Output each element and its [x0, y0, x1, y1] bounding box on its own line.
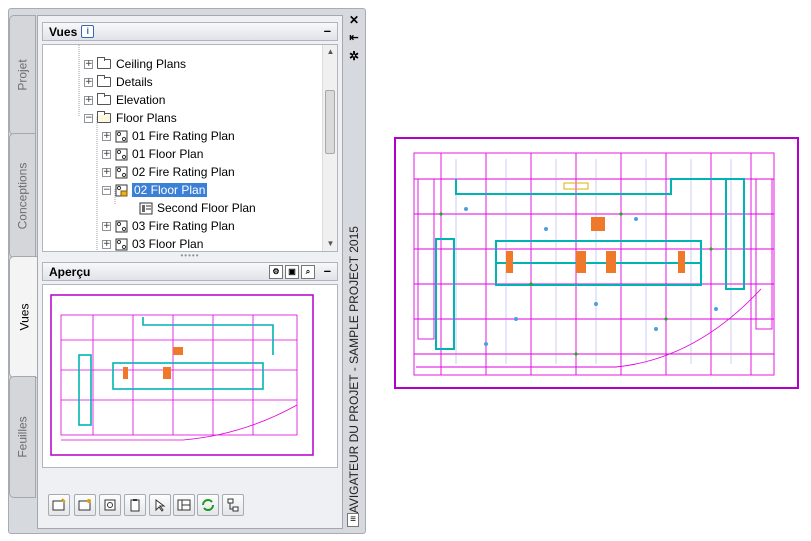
tree-scrollbar[interactable]: ▲ ▼ — [322, 45, 337, 251]
tab-label: Projet — [15, 59, 30, 91]
palette-content: Vues i – + Ceiling Plans + Details + Ele… — [37, 15, 343, 529]
tree-item-02-fire-rating-plan[interactable]: + 02 Fire Rating Plan — [102, 163, 235, 181]
tree-item-label: 03 Fire Rating Plan — [132, 219, 235, 233]
tab-label: Vues — [17, 303, 31, 331]
tree-item-details[interactable]: + Details — [84, 73, 153, 91]
clipboard-icon[interactable] — [124, 494, 146, 516]
preview-thumbnail — [50, 294, 314, 456]
folder-icon — [97, 75, 111, 87]
new-view-icon[interactable] — [48, 494, 70, 516]
tree-item-ceiling-plans[interactable]: + Ceiling Plans — [84, 55, 186, 73]
preview-section-title: Aperçu — [49, 264, 91, 279]
minimize-preview-button[interactable]: – — [324, 263, 331, 278]
view-icon — [115, 220, 128, 232]
properties-icon[interactable]: ≡ — [347, 513, 359, 527]
views-tree[interactable]: + Ceiling Plans + Details + Elevation − … — [42, 44, 338, 252]
layout-icon[interactable] — [173, 494, 195, 516]
view-icon — [115, 166, 128, 178]
palette-title-text: NAVIGATEUR DU PROJET - SAMPLE PROJECT 20… — [347, 226, 362, 522]
expand-icon[interactable]: + — [102, 239, 111, 249]
tree-item-01-floor-plan[interactable]: + 01 Floor Plan — [102, 145, 203, 163]
tree-item-label: 02 Fire Rating Plan — [132, 165, 235, 179]
scroll-down-icon[interactable]: ▼ — [323, 237, 337, 251]
sync-icon[interactable] — [197, 494, 219, 516]
tree-item-label: Ceiling Plans — [116, 57, 187, 71]
tree-item-03-fire-rating-plan[interactable]: + 03 Fire Rating Plan — [102, 217, 235, 235]
sheet-view-icon — [139, 202, 153, 214]
collapse-icon[interactable]: − — [84, 113, 93, 123]
preview-frame-icon[interactable]: ▣ — [285, 265, 299, 279]
expand-icon[interactable]: + — [102, 149, 111, 159]
tree-item-label: Elevation — [116, 93, 166, 107]
pin-icon[interactable]: ⇤ — [347, 31, 361, 45]
close-icon[interactable]: ✕ — [347, 13, 361, 27]
tree-item-02-floor-plan[interactable]: − 02 Floor Plan — [102, 181, 208, 199]
bottom-toolbar — [42, 494, 338, 524]
palette-title-bar[interactable]: ✕ ⇤ ✲ NAVIGATEUR DU PROJET - SAMPLE PROJ… — [343, 9, 365, 533]
tree-item-01-fire-rating-plan[interactable]: + 01 Fire Rating Plan — [102, 127, 235, 145]
drawing-canvas[interactable] — [394, 137, 799, 389]
tree-item-second-floor-plan[interactable]: Second Floor Plan — [139, 199, 256, 217]
view-icon — [115, 238, 128, 250]
folder-icon — [97, 93, 111, 105]
tree-item-elevation[interactable]: + Elevation — [84, 91, 165, 109]
panel-splitter[interactable]: ••••• — [38, 252, 342, 260]
preview-zoom-icon[interactable]: ⌕ — [301, 265, 315, 279]
expand-icon[interactable]: + — [102, 221, 111, 231]
collapse-icon[interactable]: − — [102, 185, 111, 195]
expand-icon[interactable]: + — [102, 167, 111, 177]
expand-icon[interactable]: + — [84, 77, 93, 87]
view-icon — [115, 148, 128, 160]
vertical-tab-strip: Projet Conceptions Vues Feuilles — [9, 9, 38, 533]
tree-item-label: 01 Floor Plan — [132, 147, 204, 161]
tab-feuilles[interactable]: Feuilles — [9, 376, 36, 498]
hierarchy-icon[interactable] — [222, 494, 244, 516]
locked-view-icon — [115, 184, 128, 196]
preview-pane — [42, 284, 338, 468]
settings-icon[interactable]: ✲ — [347, 49, 361, 63]
expand-icon[interactable]: + — [84, 95, 93, 105]
info-icon[interactable]: i — [81, 25, 95, 38]
tab-projet[interactable]: Projet — [9, 15, 36, 135]
new-view-from-icon[interactable] — [74, 494, 96, 516]
tree-item-label: 03 Floor Plan — [132, 237, 204, 251]
refresh-views-icon[interactable] — [99, 494, 121, 516]
tree-item-floor-plans[interactable]: − Floor Plans — [84, 109, 177, 127]
view-icon — [115, 130, 128, 142]
preview-settings-icon[interactable]: ⚙ — [269, 265, 283, 279]
views-section-title: Vues — [49, 24, 78, 39]
cursor-icon[interactable] — [149, 494, 171, 516]
minimize-views-button[interactable]: – — [324, 23, 331, 38]
folder-icon — [97, 57, 111, 69]
views-section-header[interactable]: Vues i – — [42, 22, 338, 41]
palette-title: NAVIGATEUR DU PROJET - SAMPLE PROJECT 20… — [344, 226, 364, 522]
preview-section-header[interactable]: Aperçu ⚙ ▣ ⌕ – — [42, 262, 338, 281]
scrollbar-thumb[interactable] — [325, 90, 335, 154]
expand-icon[interactable]: + — [102, 131, 111, 141]
floor-plan-drawing — [413, 152, 775, 376]
tree-item-label: Second Floor Plan — [157, 201, 256, 215]
project-navigator-palette: Projet Conceptions Vues Feuilles Vues i … — [8, 8, 366, 534]
expand-icon[interactable]: + — [84, 59, 93, 69]
tree-item-03-floor-plan[interactable]: + 03 Floor Plan — [102, 235, 204, 251]
tab-conceptions[interactable]: Conceptions — [9, 133, 36, 258]
tab-vues[interactable]: Vues — [9, 256, 38, 378]
folder-open-icon — [97, 111, 111, 123]
scroll-up-icon[interactable]: ▲ — [323, 45, 337, 59]
tab-label: Conceptions — [15, 162, 30, 229]
tree-item-label: Details — [116, 75, 153, 89]
tab-label: Feuilles — [15, 416, 30, 458]
tree-item-label: Floor Plans — [116, 111, 177, 125]
tree-item-label: 01 Fire Rating Plan — [132, 129, 235, 143]
preview-tools: ⚙ ▣ ⌕ — [269, 265, 315, 279]
selected-item-label: 02 Floor Plan — [132, 183, 208, 197]
